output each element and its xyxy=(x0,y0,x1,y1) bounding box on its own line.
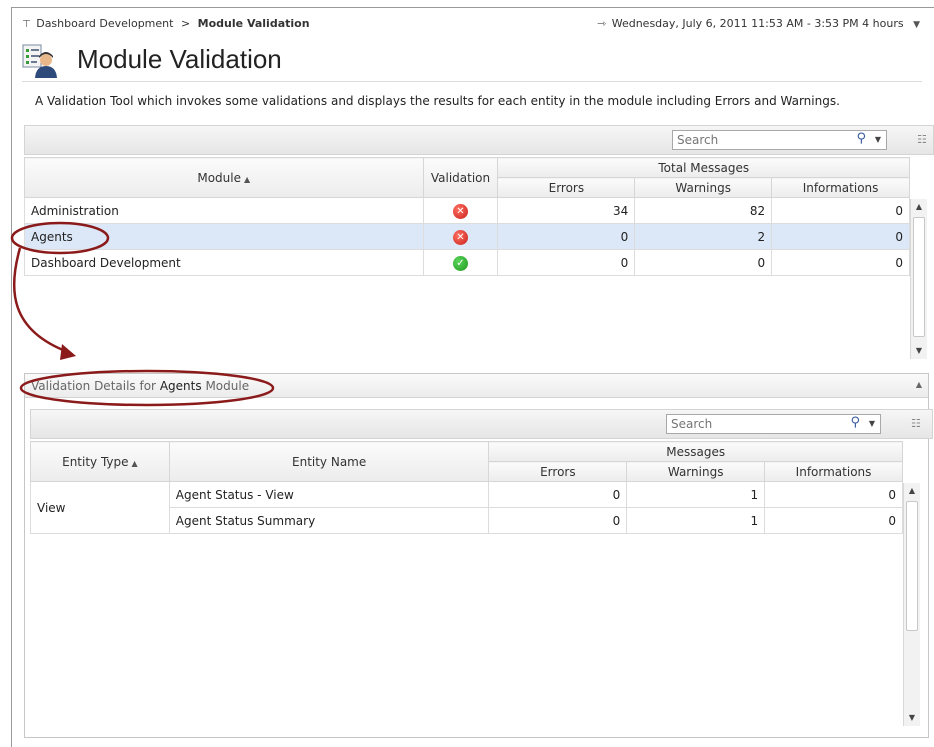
panel-title: Validation Details for Agents Module xyxy=(31,379,250,393)
warnings-count: 2 xyxy=(634,223,773,250)
details-scrollbar[interactable]: ▲ ▼ xyxy=(903,483,920,726)
errors-count: 0 xyxy=(497,249,636,276)
module-name: Administration xyxy=(24,197,424,224)
column-header-warnings[interactable]: Warnings xyxy=(634,177,773,198)
column-header-informations[interactable]: Informations xyxy=(771,177,910,198)
errors-count: 0 xyxy=(488,481,628,508)
warnings-count: 0 xyxy=(634,249,773,276)
informations-count: 0 xyxy=(771,223,910,250)
breadcrumb: ⊤ Dashboard Development > Module Validat… xyxy=(22,17,310,30)
scroll-up-icon[interactable]: ▲ xyxy=(911,199,927,215)
column-header-informations[interactable]: Informations xyxy=(764,461,903,482)
modules-search-box[interactable]: ⚲ ▼ xyxy=(672,130,887,150)
column-header-validation[interactable]: Validation xyxy=(422,157,499,198)
page-title-row: Module Validation xyxy=(22,42,922,82)
validation-status: ✕ xyxy=(422,197,499,224)
sort-ascending-icon: ▲ xyxy=(131,458,138,468)
module-name: Dashboard Development xyxy=(24,249,424,276)
modules-search-input[interactable] xyxy=(673,131,823,149)
column-group-messages: Messages xyxy=(488,441,903,462)
error-icon: ✕ xyxy=(453,203,468,219)
informations-count: 0 xyxy=(764,481,903,508)
validation-status: ✕ xyxy=(422,223,499,250)
errors-count: 0 xyxy=(497,223,636,250)
validation-user-icon xyxy=(22,44,57,78)
entity-type-group: View xyxy=(30,481,170,534)
panel-title-module: Agents xyxy=(159,379,202,393)
error-icon: ✕ xyxy=(453,229,468,245)
table-row[interactable]: Dashboard Development ✓ 0 0 0 xyxy=(24,249,910,276)
chevron-down-icon[interactable]: ▼ xyxy=(913,20,920,30)
search-icon[interactable]: ⚲ xyxy=(850,415,860,430)
entity-name: Agent Status - View xyxy=(168,481,490,508)
column-header-entity-name[interactable]: Entity Name xyxy=(168,441,490,482)
warnings-count: 1 xyxy=(626,507,766,534)
breadcrumb-current: Module Validation xyxy=(197,17,310,30)
errors-count: 0 xyxy=(488,507,628,534)
tree-icon: ⊤ xyxy=(22,19,31,30)
module-name: Agents xyxy=(24,223,424,250)
column-header-errors[interactable]: Errors xyxy=(497,177,636,198)
details-table: Entity Type ▲ Entity Name Messages Errors… xyxy=(30,441,903,534)
details-search-box[interactable]: ⚲ ▼ xyxy=(666,414,881,434)
column-header-errors[interactable]: Errors xyxy=(488,461,628,482)
panel-header[interactable]: Validation Details for Agents Module ▲ xyxy=(25,374,928,398)
sort-ascending-icon: ▲ xyxy=(244,174,251,184)
validation-status: ✓ xyxy=(422,249,499,276)
column-header-module[interactable]: Module ▲ xyxy=(24,157,424,198)
table-row[interactable]: View Agent Status - View 0 1 0 xyxy=(30,481,903,534)
scroll-thumb[interactable] xyxy=(913,217,925,337)
modules-scrollbar[interactable]: ▲ ▼ xyxy=(910,199,927,359)
column-header-warnings[interactable]: Warnings xyxy=(626,461,766,482)
column-chooser-icon[interactable]: ☷ xyxy=(911,417,923,430)
table-row-selected[interactable]: Agents ✕ 0 2 0 xyxy=(24,223,910,250)
errors-count: 34 xyxy=(497,197,636,224)
scroll-thumb[interactable] xyxy=(906,501,918,631)
informations-count: 0 xyxy=(764,507,903,534)
modules-table: Module ▲ Validation Total Messages Errors… xyxy=(24,157,910,276)
entity-name: Agent Status Summary xyxy=(168,507,490,534)
time-arrow-icon: ⇾ xyxy=(597,17,607,30)
page-title: Module Validation xyxy=(77,44,282,74)
search-options-dropdown-icon[interactable]: ▼ xyxy=(869,419,875,428)
table-row[interactable]: Administration ✕ 34 82 0 xyxy=(24,197,910,224)
details-toolbar: ⚲ ▼ ☷ xyxy=(30,409,933,439)
page-description: A Validation Tool which invokes some val… xyxy=(35,94,840,108)
informations-count: 0 xyxy=(771,249,910,276)
scroll-down-icon[interactable]: ▼ xyxy=(904,710,920,726)
warnings-count: 82 xyxy=(634,197,773,224)
time-range-selector[interactable]: ⇾ Wednesday, July 6, 2011 11:53 AM - 3:5… xyxy=(597,17,920,30)
search-icon[interactable]: ⚲ xyxy=(856,131,866,146)
breadcrumb-separator: > xyxy=(180,17,191,30)
breadcrumb-parent-link[interactable]: Dashboard Development xyxy=(36,17,173,30)
search-options-dropdown-icon[interactable]: ▼ xyxy=(875,135,881,144)
scroll-up-icon[interactable]: ▲ xyxy=(904,483,920,499)
details-search-input[interactable] xyxy=(667,415,817,433)
check-icon: ✓ xyxy=(453,255,468,271)
collapse-panel-icon[interactable]: ▲ xyxy=(916,380,922,389)
column-chooser-icon[interactable]: ☷ xyxy=(917,133,929,146)
warnings-count: 1 xyxy=(626,481,766,508)
column-header-entity-type[interactable]: Entity Type ▲ xyxy=(30,441,170,482)
informations-count: 0 xyxy=(771,197,910,224)
time-range-text: Wednesday, July 6, 2011 11:53 AM - 3:53 … xyxy=(611,17,904,30)
column-group-total-messages: Total Messages xyxy=(497,157,910,178)
modules-toolbar: ⚲ ▼ ☷ xyxy=(24,125,934,155)
scroll-down-icon[interactable]: ▼ xyxy=(911,343,927,359)
